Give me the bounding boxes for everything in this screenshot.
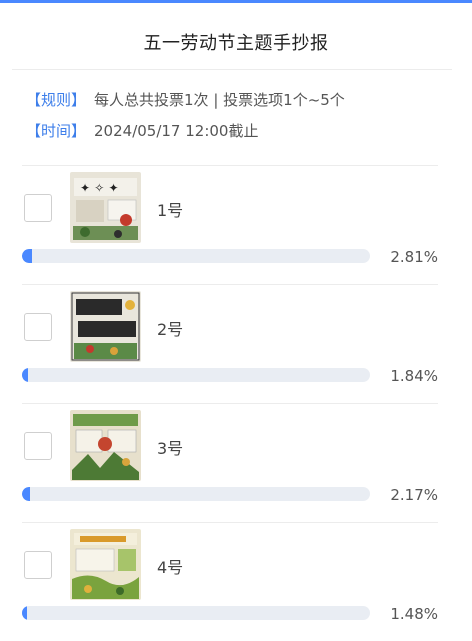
- vote-progress-fill: [22, 368, 29, 382]
- rule-text: 每人总共投票1次 | 投票选项1个~5个: [94, 91, 345, 109]
- vote-option: 2号 1.84%: [0, 284, 472, 403]
- vote-progress-fill: [22, 606, 28, 620]
- vote-percent: 1.48%: [390, 605, 438, 623]
- option-label: 4号: [157, 558, 184, 577]
- vote-progress-bar: [22, 606, 370, 620]
- vote-option: 3号 2.17%: [0, 403, 472, 522]
- top-accent-line: [0, 0, 472, 3]
- option-divider: [22, 522, 438, 523]
- page-title: 五一劳动节主题手抄报: [143, 33, 329, 54]
- vote-percent: 2.17%: [390, 486, 438, 504]
- vote-progress-fill: [22, 487, 30, 501]
- vote-progress-bar: [22, 249, 370, 263]
- option-divider: [22, 403, 438, 404]
- vote-progress-bar: [22, 368, 370, 382]
- option-checkbox[interactable]: [24, 194, 52, 222]
- time-line: 【时间】 2024/05/17 12:00截止: [26, 120, 258, 141]
- rule-line: 【规则】 每人总共投票1次 | 投票选项1个~5个: [26, 89, 345, 110]
- svg-text:✦ ✧ ✦: ✦ ✧ ✦: [80, 181, 119, 195]
- option-divider: [22, 284, 438, 285]
- option-label: 2号: [157, 320, 184, 339]
- option-label: 3号: [157, 439, 184, 458]
- option-label: 1号: [157, 201, 184, 220]
- time-tag: 【时间】: [26, 122, 87, 140]
- option-checkbox[interactable]: [24, 551, 52, 579]
- vote-percent: 2.81%: [390, 248, 438, 266]
- poster-thumbnail-icon[interactable]: [70, 529, 141, 600]
- option-checkbox[interactable]: [24, 313, 52, 341]
- time-text: 2024/05/17 12:00截止: [94, 122, 259, 140]
- vote-option-list: ✦ ✧ ✦ 1号 2.81% 2号 1.84% 3号 2.17% 4号 1.48…: [0, 165, 472, 641]
- vote-percent: 1.84%: [390, 367, 438, 385]
- vote-progress-bar: [22, 487, 370, 501]
- poster-thumbnail-icon[interactable]: [70, 410, 141, 481]
- vote-option: ✦ ✧ ✦ 1号 2.81%: [0, 165, 472, 284]
- rule-tag: 【规则】: [26, 91, 87, 109]
- poster-thumbnail-icon[interactable]: ✦ ✧ ✦: [70, 172, 141, 243]
- poster-thumbnail-icon[interactable]: [70, 291, 141, 362]
- vote-option: 4号 1.48%: [0, 522, 472, 641]
- option-checkbox[interactable]: [24, 432, 52, 460]
- option-divider: [22, 165, 438, 166]
- header-divider: [12, 69, 452, 70]
- vote-progress-fill: [22, 249, 32, 263]
